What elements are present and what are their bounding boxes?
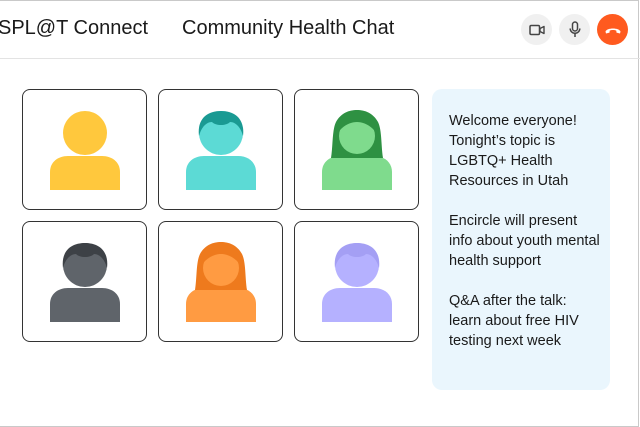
header-bar: SPL@T Connect Community Health Chat bbox=[0, 0, 640, 59]
participant-avatar-icon bbox=[185, 241, 256, 322]
microphone-icon bbox=[568, 21, 581, 37]
end-call-button[interactable] bbox=[597, 14, 628, 45]
participant-tile[interactable] bbox=[158, 89, 283, 210]
participant-avatar-icon bbox=[49, 110, 120, 190]
participant-avatar-icon bbox=[321, 109, 392, 190]
video-toggle-button[interactable] bbox=[521, 14, 552, 45]
participant-tile[interactable] bbox=[158, 221, 283, 342]
participant-avatar-icon bbox=[321, 242, 392, 322]
participant-avatar-icon bbox=[185, 110, 256, 190]
participant-tile[interactable] bbox=[22, 221, 147, 342]
chat-message: Q&A after the talk: learn about free HIV… bbox=[449, 293, 579, 349]
microphone-toggle-button[interactable] bbox=[559, 14, 590, 45]
chat-message: Welcome everyone! Tonight’s topic is LGB… bbox=[449, 113, 577, 189]
participant-tile[interactable] bbox=[294, 89, 419, 210]
chat-message: Encircle will present info about youth m… bbox=[449, 213, 600, 269]
chat-title: Community Health Chat bbox=[182, 17, 395, 39]
end-call-icon bbox=[605, 28, 620, 33]
participant-tile[interactable] bbox=[294, 221, 419, 342]
video-icon bbox=[528, 24, 545, 35]
participant-tile[interactable] bbox=[22, 89, 147, 210]
participant-grid bbox=[22, 89, 419, 342]
app-name: SPL@T Connect bbox=[0, 17, 149, 39]
participant-avatar-icon bbox=[49, 242, 120, 322]
chat-messages-panel: Welcome everyone! Tonight’s topic is LGB… bbox=[432, 89, 610, 390]
